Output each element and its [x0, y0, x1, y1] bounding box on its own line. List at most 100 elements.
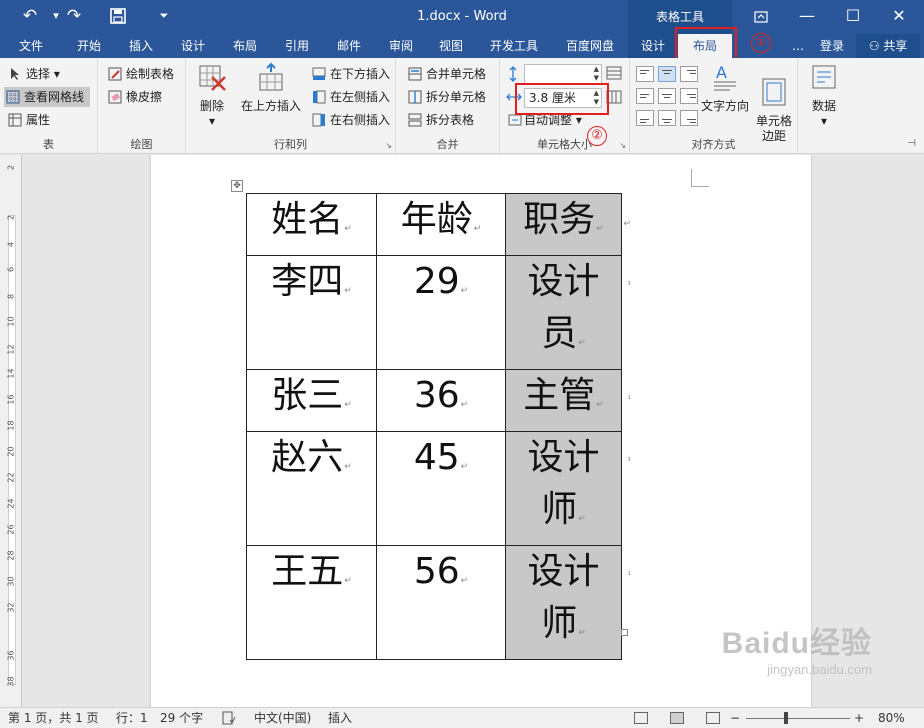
align-bottom-center-button[interactable]	[658, 110, 676, 126]
save-icon[interactable]	[104, 4, 132, 28]
table-cell[interactable]: 李四↵	[246, 255, 377, 370]
watermark-brand: Baidu经验	[721, 627, 872, 660]
table-cell[interactable]: 张三↵	[246, 369, 377, 432]
ribbon-group-alignment: A 文字方向 单元格 边距 对齐方式	[630, 58, 798, 154]
table-cell[interactable]: 年龄↵	[376, 193, 506, 256]
data-button[interactable]: 数据 ▾	[804, 62, 844, 129]
align-top-left-button[interactable]	[636, 66, 654, 82]
table-cell[interactable]: 姓名↵	[246, 193, 377, 256]
cell-height-spinner[interactable]: ▲ ▼	[524, 64, 602, 84]
spin-arrows-icon: ▲ ▼	[593, 65, 599, 82]
text-direction-button[interactable]: A 文字方向	[700, 62, 750, 114]
tab-view[interactable]: 视图	[428, 34, 474, 58]
distribute-rows-icon[interactable]	[606, 66, 622, 80]
table-cell[interactable]: 设计师↵ ¹	[505, 431, 631, 546]
cell-text: 张三	[271, 375, 344, 416]
document-canvas[interactable]: ✥ 姓名↵ 年龄↵ 职务↵ ↵ 李四↵ 29↵ 设计员↵ ¹ 张三↵ 36↵ 主管↵ ¹ 赵六↵ 45↵ 设…	[23, 155, 924, 707]
tab-review[interactable]: 审阅	[378, 34, 424, 58]
table-cell[interactable]: 设计员↵ ¹	[505, 255, 631, 370]
minimize-icon[interactable]: —	[784, 0, 830, 34]
rows-columns-launcher-icon[interactable]: ↘	[385, 141, 392, 150]
split-table-icon	[408, 113, 422, 127]
ruler-number: 14	[6, 368, 16, 379]
zoom-in-icon[interactable]: +	[854, 708, 864, 728]
insert-right-button[interactable]: 在右侧插入	[310, 110, 390, 130]
pin-ribbon-icon[interactable]: ⊣	[907, 138, 916, 149]
select-button[interactable]: 选择 ▾	[6, 64, 60, 84]
table-resize-handle[interactable]	[621, 629, 628, 636]
zoom-level[interactable]: 80%	[878, 708, 905, 728]
zoom-slider[interactable]	[746, 718, 850, 719]
table-properties-button[interactable]: 属性	[6, 110, 50, 130]
table-cell[interactable]: 王五↵	[246, 545, 377, 660]
table-cell[interactable]: 主管↵ ¹	[505, 369, 631, 432]
tab-references[interactable]: 引用	[274, 34, 320, 58]
tab-file[interactable]: 文件	[8, 34, 54, 58]
ribbon-display-options-icon[interactable]	[738, 0, 784, 34]
cell-text: 赵六	[271, 437, 344, 478]
draw-table-button[interactable]: 绘制表格	[106, 64, 174, 84]
table-move-handle-icon[interactable]: ✥	[231, 180, 243, 192]
tab-table-design[interactable]: 设计	[628, 34, 678, 58]
zoom-out-icon[interactable]: −	[730, 708, 740, 728]
paragraph-mark-icon: ↵	[344, 286, 352, 296]
align-middle-right-button[interactable]	[680, 88, 698, 104]
undo-icon[interactable]: ↶	[16, 4, 44, 28]
align-middle-center-button[interactable]	[658, 88, 676, 104]
maximize-icon[interactable]: ☐	[830, 0, 876, 34]
tab-design[interactable]: 设计	[170, 34, 216, 58]
merge-cells-button[interactable]: 合并单元格	[406, 64, 486, 84]
table-cell[interactable]: 29↵	[376, 255, 506, 370]
table-cell[interactable]: 56↵	[376, 545, 506, 660]
close-icon[interactable]: ✕	[876, 0, 922, 34]
tab-insert[interactable]: 插入	[118, 34, 164, 58]
tab-mailings[interactable]: 邮件	[326, 34, 372, 58]
table-cell[interactable]: 36↵	[376, 369, 506, 432]
table-cell[interactable]: 45↵	[376, 431, 506, 546]
redo-icon[interactable]: ↷	[60, 4, 88, 28]
read-mode-icon[interactable]	[634, 712, 648, 724]
align-bottom-left-button[interactable]	[636, 110, 654, 126]
word-count[interactable]: 29 个字	[160, 708, 203, 728]
sign-in-link[interactable]: 登录	[812, 34, 852, 58]
line-number[interactable]: 行：1	[116, 708, 148, 728]
eraser-button[interactable]: 橡皮擦	[106, 87, 162, 107]
ruler-number: 24	[6, 498, 16, 509]
document-table[interactable]: 姓名↵ 年龄↵ 职务↵ ↵ 李四↵ 29↵ 设计员↵ ¹ 张三↵ 36↵ 主管↵ ¹ 赵六↵ 45↵ 设计师…	[246, 193, 631, 660]
delete-button[interactable]: 删除 ▾	[192, 62, 232, 129]
table-cell[interactable]: 设计师↵ ¹	[505, 545, 631, 660]
ruler-number: 38	[6, 676, 16, 687]
insert-below-button[interactable]: 在下方插入	[310, 64, 390, 84]
tab-baidu-netdisk[interactable]: 百度网盘	[558, 34, 622, 58]
tab-layout[interactable]: 布局	[222, 34, 268, 58]
tab-home[interactable]: 开始	[66, 34, 112, 58]
align-top-right-button[interactable]	[680, 66, 698, 82]
view-gridlines-button[interactable]: 查看网格线	[4, 87, 91, 107]
table-cell[interactable]: 赵六↵	[246, 431, 377, 546]
proofing-icon[interactable]	[222, 708, 236, 728]
table-cell[interactable]: 职务↵ ↵	[505, 193, 631, 256]
paragraph-mark-icon: ↵	[344, 576, 352, 586]
page-count[interactable]: 第 1 页，共 1 页	[8, 708, 99, 728]
ruler-number: 12	[6, 344, 16, 355]
align-top-center-button[interactable]	[658, 66, 676, 82]
print-layout-icon[interactable]	[670, 712, 684, 724]
customize-toolbar-icon[interactable]: ⏷	[150, 4, 178, 28]
document-page[interactable]: ✥ 姓名↵ 年龄↵ 职务↵ ↵ 李四↵ 29↵ 设计员↵ ¹ 张三↵ 36↵ 主管↵ ¹ 赵六↵ 45↵ 设…	[151, 155, 811, 707]
language[interactable]: 中文(中国)	[254, 708, 311, 728]
web-layout-icon[interactable]	[706, 712, 720, 724]
align-bottom-right-button[interactable]	[680, 110, 698, 126]
split-table-button[interactable]: 拆分表格	[406, 110, 474, 130]
share-button[interactable]: ⚇ 共享	[856, 34, 920, 58]
tab-developer[interactable]: 开发工具	[482, 34, 546, 58]
insert-left-button[interactable]: 在左侧插入	[310, 87, 390, 107]
vertical-ruler[interactable]: 2 2 4 6 8 10 12 14 16 18 20 22 24 26 28 30 32 36 38	[0, 155, 22, 707]
insert-mode[interactable]: 插入	[328, 708, 352, 728]
zoom-slider-thumb[interactable]	[784, 712, 789, 724]
cell-size-launcher-icon[interactable]: ↘	[619, 141, 626, 150]
align-middle-left-button[interactable]	[636, 88, 654, 104]
cell-text: 设计员	[527, 261, 600, 354]
insert-above-button[interactable]: 在上方插入	[238, 62, 304, 114]
tab-more[interactable]: …	[790, 34, 806, 58]
split-cells-button[interactable]: 拆分单元格	[406, 87, 486, 107]
